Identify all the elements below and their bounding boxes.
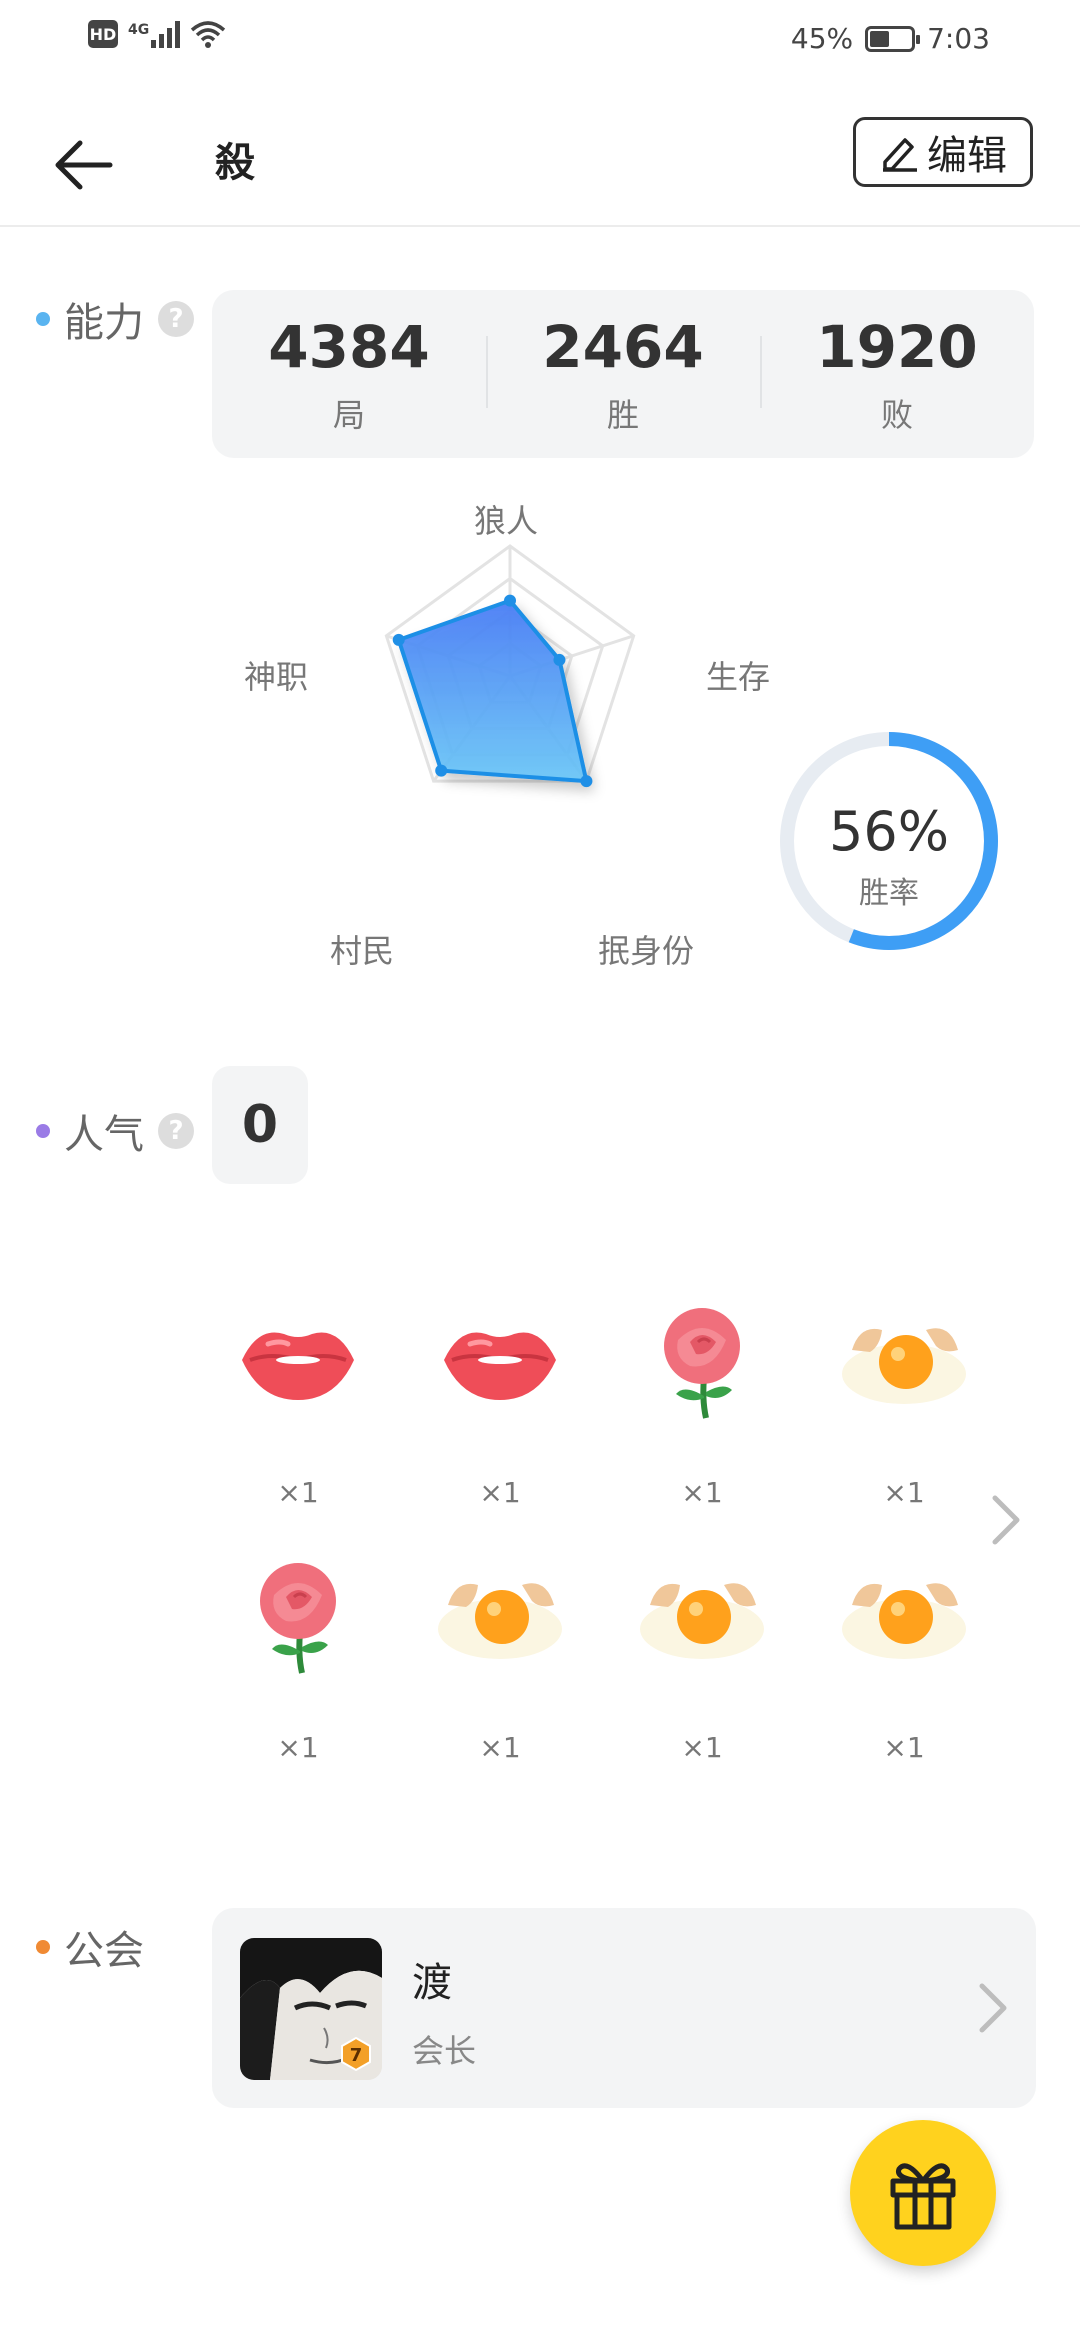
gift-count: ×1 [277, 1476, 319, 1509]
guild-level-badge: 7 [341, 2036, 371, 2072]
gift-count: ×1 [681, 1476, 723, 1509]
gift-count: ×1 [681, 1731, 723, 1764]
gift-item: ×1 [228, 1300, 368, 1509]
battery-percent: 45% [790, 22, 854, 55]
stat-losses-label: 败 [880, 396, 913, 434]
guild-level-text: 7 [350, 2045, 363, 2066]
egg-icon [842, 1583, 966, 1659]
radar-label-god: 神职 [244, 658, 309, 696]
stat-games-value: 4384 [268, 313, 430, 381]
guild-avatar: 7 [240, 1938, 382, 2080]
gift-count: ×1 [479, 1476, 521, 1509]
chevron-right-icon[interactable] [985, 1490, 1025, 1550]
hd-icon: HD [88, 20, 118, 48]
radar-point [553, 653, 566, 666]
guild-section-label: 公会 [36, 1918, 144, 1976]
egg-icon [438, 1583, 562, 1659]
chevron-right-icon [979, 1983, 1007, 2033]
signal-icon [151, 20, 181, 48]
stat-wins: 2464 胜 [486, 290, 760, 458]
guild-role: 会长 [412, 2032, 477, 2070]
guild-dot [36, 1940, 50, 1954]
page-title: 殺 [215, 140, 255, 186]
egg-icon [842, 1328, 966, 1404]
gift-box-icon [890, 2163, 956, 2230]
gift-item: ×1 [632, 1300, 772, 1509]
gift-item: ×1 [228, 1555, 368, 1764]
pencil-icon [883, 138, 917, 172]
stats-card: 4384 局 2464 胜 1920 败 [212, 290, 1034, 458]
lips-icon [444, 1332, 556, 1400]
radar-point [435, 764, 448, 777]
gift-count: ×1 [883, 1476, 925, 1509]
win-rate-ring: 56% 胜率 [776, 728, 1002, 954]
edit-button[interactable]: 编辑 [853, 117, 1033, 187]
ability-label: 能力 [64, 300, 144, 346]
guild-name: 渡 [412, 1960, 452, 2006]
ability-radar-chart [384, 544, 636, 788]
radar-label-werewolf: 狼人 [474, 502, 539, 540]
send-gift-button[interactable] [850, 2120, 996, 2266]
network-type: 4G [128, 22, 150, 38]
rose-icon [260, 1563, 336, 1674]
popularity-dot [36, 1124, 50, 1138]
lips-icon [242, 1332, 354, 1400]
popularity-section-label: 人气 ? [36, 1102, 194, 1160]
stat-games: 4384 局 [212, 290, 486, 458]
ability-dot [36, 312, 50, 326]
app-header: 殺 编辑 [0, 80, 1080, 227]
rose-icon [664, 1308, 740, 1419]
edit-button-label: 编辑 [927, 133, 1007, 179]
gift-item: ×1 [430, 1300, 570, 1509]
radar-point [504, 594, 516, 607]
ability-section-label: 能力 ? [36, 290, 194, 348]
gift-item: ×1 [430, 1555, 570, 1764]
guild-label: 公会 [64, 1928, 144, 1974]
win-rate-label: 胜率 [859, 876, 919, 911]
gift-count: ×1 [479, 1731, 521, 1764]
wifi-icon [191, 21, 226, 48]
radar-label-identify: 抿身份 [598, 932, 695, 970]
guild-card[interactable]: 7 渡 会长 [212, 1908, 1036, 2108]
radar-label-villager: 村民 [330, 932, 395, 970]
radar-label-survival: 生存 [706, 658, 771, 696]
gift-item: ×1 [834, 1555, 974, 1764]
stat-losses-value: 1920 [816, 313, 978, 381]
gift-count: ×1 [883, 1731, 925, 1764]
egg-icon [640, 1583, 764, 1659]
battery-icon [865, 25, 921, 52]
stat-wins-label: 胜 [606, 396, 639, 434]
clock: 7:03 [927, 22, 990, 55]
win-rate-value: 56% [828, 800, 950, 863]
gift-count: ×1 [277, 1731, 319, 1764]
gift-item: ×1 [632, 1555, 772, 1764]
radar-point [580, 775, 593, 788]
back-arrow-icon[interactable] [50, 135, 120, 195]
popularity-value: 0 [212, 1066, 308, 1184]
status-bar: HD 4G 45% 7:03 [0, 0, 1080, 80]
gift-item: ×1 [834, 1300, 974, 1509]
popularity-help-icon[interactable]: ? [158, 1113, 194, 1149]
stat-wins-value: 2464 [542, 313, 704, 381]
stat-games-label: 局 [332, 396, 365, 434]
radar-point [392, 633, 405, 646]
popularity-label: 人气 [64, 1112, 144, 1158]
ability-help-icon[interactable]: ? [158, 301, 194, 337]
radar-value-shape [396, 598, 589, 784]
stat-losses: 1920 败 [760, 290, 1034, 458]
